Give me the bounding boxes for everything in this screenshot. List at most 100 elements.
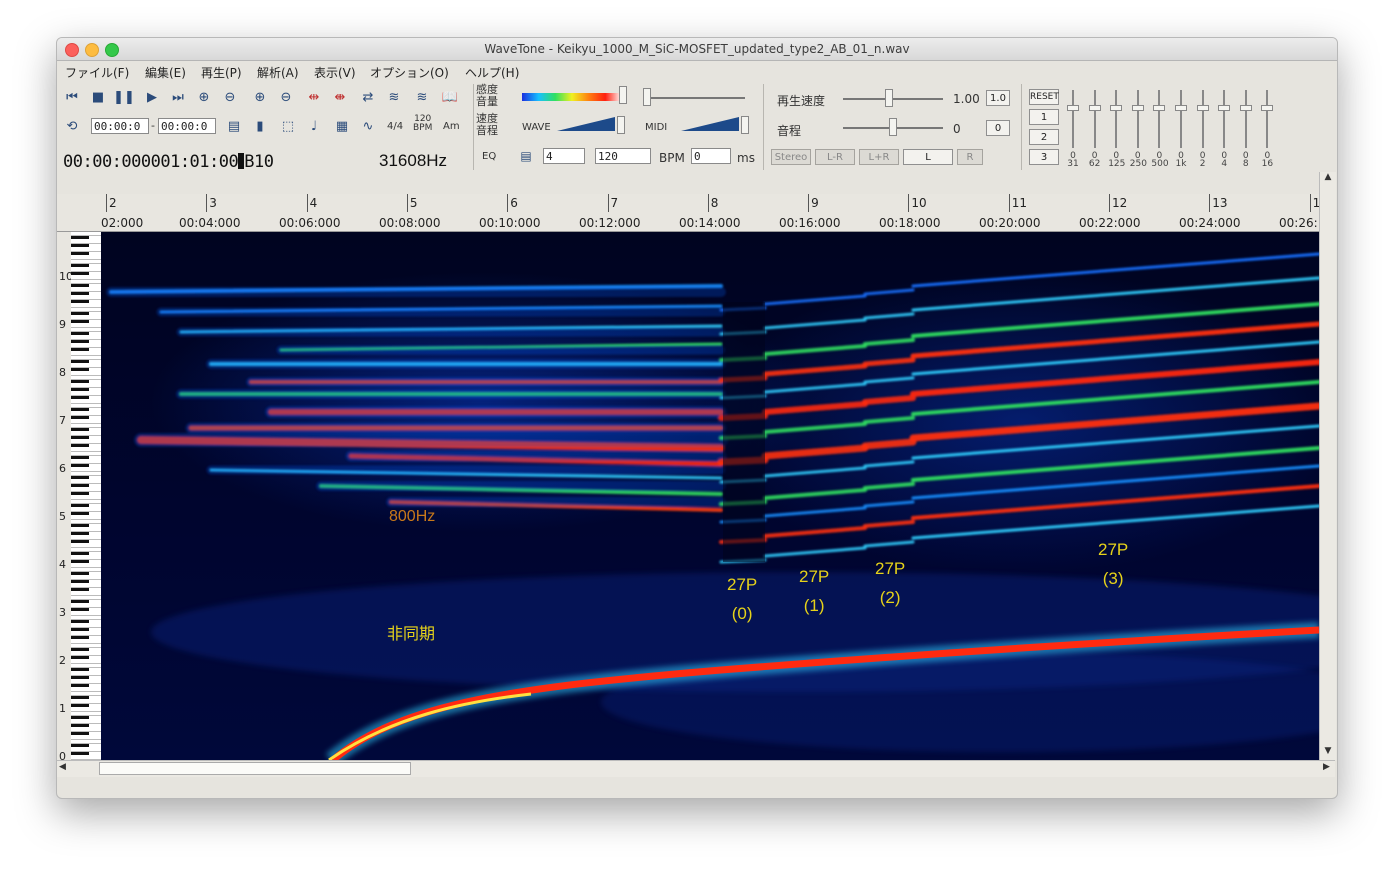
menu-play[interactable]: 再生(P): [201, 64, 242, 81]
piano-black-key[interactable]: [71, 572, 89, 575]
start-position-field[interactable]: 00:00:0: [91, 118, 149, 134]
scroll-left-arrow-icon[interactable]: ◀: [59, 762, 66, 772]
zoom-in-v-icon[interactable]: ⊕: [251, 88, 269, 106]
bpm-button[interactable]: 120 BPM: [413, 115, 432, 133]
piano-black-key[interactable]: [71, 552, 89, 555]
wave-volume-slider[interactable]: [617, 116, 625, 134]
eq-band-slider[interactable]: [1175, 90, 1187, 150]
piano-black-key[interactable]: [71, 368, 89, 371]
piano-black-key[interactable]: [71, 252, 89, 255]
piano-black-key[interactable]: [71, 456, 89, 459]
menu-options[interactable]: オプション(O): [370, 64, 449, 81]
book-icon[interactable]: 📖: [441, 88, 459, 106]
eq-preset-3-button[interactable]: 3: [1029, 149, 1059, 165]
playback-speed-slider[interactable]: [885, 89, 893, 107]
piano-black-key[interactable]: [71, 320, 89, 323]
menu-analyze[interactable]: 解析(A): [257, 64, 299, 81]
ms-field[interactable]: 0: [691, 148, 731, 164]
channel-stereo-button[interactable]: Stereo: [771, 149, 811, 165]
piano-black-key[interactable]: [71, 244, 89, 247]
piano-black-key[interactable]: [71, 636, 89, 639]
piano-black-key[interactable]: [71, 264, 89, 267]
piano-black-key[interactable]: [71, 668, 89, 671]
fast-forward-icon[interactable]: ⏭: [169, 88, 187, 106]
shrink-icon[interactable]: ⇼: [331, 88, 349, 106]
piano-black-key[interactable]: [71, 588, 89, 591]
piano-black-key[interactable]: [71, 704, 89, 707]
piano-black-key[interactable]: [71, 696, 89, 699]
loop-icon[interactable]: ⟲: [63, 117, 81, 135]
chord-button[interactable]: Am: [443, 121, 460, 132]
piano-black-key[interactable]: [71, 540, 89, 543]
piano-black-key[interactable]: [71, 340, 89, 343]
piano-black-key[interactable]: [71, 416, 89, 419]
expand-icon[interactable]: ⇹: [305, 88, 323, 106]
eq-band-slider[interactable]: [1131, 90, 1144, 150]
piano-black-key[interactable]: [71, 348, 89, 351]
piano-black-key[interactable]: [71, 620, 89, 623]
piano-black-key[interactable]: [71, 628, 89, 631]
piano-black-key[interactable]: [71, 724, 89, 727]
piano-black-key[interactable]: [71, 524, 89, 527]
eq-band-slider[interactable]: [1196, 90, 1209, 150]
pause-icon[interactable]: ❚❚: [113, 88, 135, 106]
clip-icon[interactable]: ▮: [251, 117, 269, 135]
channel-l-minus-r-button[interactable]: L-R: [815, 149, 855, 165]
eq-band-slider[interactable]: [1261, 90, 1274, 150]
piano-keyboard[interactable]: [71, 232, 101, 760]
piano-black-key[interactable]: [71, 476, 89, 479]
eq-preset-1-button[interactable]: 1: [1029, 109, 1059, 125]
piano-black-key[interactable]: [71, 360, 89, 363]
spectrogram[interactable]: 800Hz 非同期 27P (0) 27P (1) 27P (2) 27P (3): [101, 232, 1319, 760]
piano-black-key[interactable]: [71, 744, 89, 747]
zoom-out-h-icon[interactable]: ⊖: [221, 88, 239, 106]
channel-l-button[interactable]: L: [903, 149, 953, 165]
piano-black-key[interactable]: [71, 716, 89, 719]
piano-black-key[interactable]: [71, 608, 89, 611]
time-signature-button[interactable]: 4/4: [387, 121, 403, 132]
piano-black-key[interactable]: [71, 380, 89, 383]
piano-black-key[interactable]: [71, 532, 89, 535]
piano-black-key[interactable]: [71, 656, 89, 659]
piano-black-key[interactable]: [71, 732, 89, 735]
eq-band-slider[interactable]: [1110, 90, 1123, 150]
layout-icon[interactable]: ▤: [225, 117, 243, 135]
select-icon[interactable]: ⬚: [279, 117, 297, 135]
piano-black-key[interactable]: [71, 752, 89, 755]
waveform2-icon[interactable]: ≋: [413, 88, 431, 106]
vertical-scrollbar[interactable]: ▲ ▼: [1319, 172, 1336, 760]
menu-file[interactable]: ファイル(F): [65, 64, 129, 81]
menu-edit[interactable]: 編集(E): [145, 64, 186, 81]
zoom-out-v-icon[interactable]: ⊖: [277, 88, 295, 106]
eq-toggle[interactable]: EQ: [482, 151, 496, 162]
channel-r-button[interactable]: R: [957, 149, 983, 165]
scroll-right-arrow-icon[interactable]: ▶: [1323, 762, 1330, 772]
sensitivity-slider[interactable]: [619, 86, 627, 104]
tempo-field[interactable]: 120: [595, 148, 651, 164]
piano-black-key[interactable]: [71, 332, 89, 335]
piano-black-key[interactable]: [71, 464, 89, 467]
piano-black-key[interactable]: [71, 648, 89, 651]
piano-black-key[interactable]: [71, 580, 89, 583]
menu-view[interactable]: 表示(V): [314, 64, 356, 81]
piano-black-key[interactable]: [71, 300, 89, 303]
eq-band-slider[interactable]: [1088, 90, 1101, 150]
piano-black-key[interactable]: [71, 408, 89, 411]
channel-l-plus-r-button[interactable]: L+R: [859, 149, 899, 165]
eq-band-slider[interactable]: [1153, 90, 1166, 150]
zoom-in-h-icon[interactable]: ⊕: [195, 88, 213, 106]
eq-band-slider[interactable]: [1067, 90, 1079, 150]
volume-slider[interactable]: [643, 88, 651, 106]
pitch-slider[interactable]: [889, 118, 897, 136]
midi-volume-slider[interactable]: [741, 116, 749, 134]
piano-black-key[interactable]: [71, 444, 89, 447]
piano-black-key[interactable]: [71, 436, 89, 439]
horizontal-scrollbar[interactable]: ◀ ▶: [57, 760, 1335, 777]
pitch-reset-button[interactable]: 0: [986, 120, 1010, 136]
swap-icon[interactable]: ⇄: [359, 88, 377, 106]
piano-black-key[interactable]: [71, 512, 89, 515]
grid-icon[interactable]: ▦: [333, 117, 351, 135]
piano-black-key[interactable]: [71, 272, 89, 275]
piano-black-key[interactable]: [71, 284, 89, 287]
waveform-icon[interactable]: ≋: [385, 88, 403, 106]
